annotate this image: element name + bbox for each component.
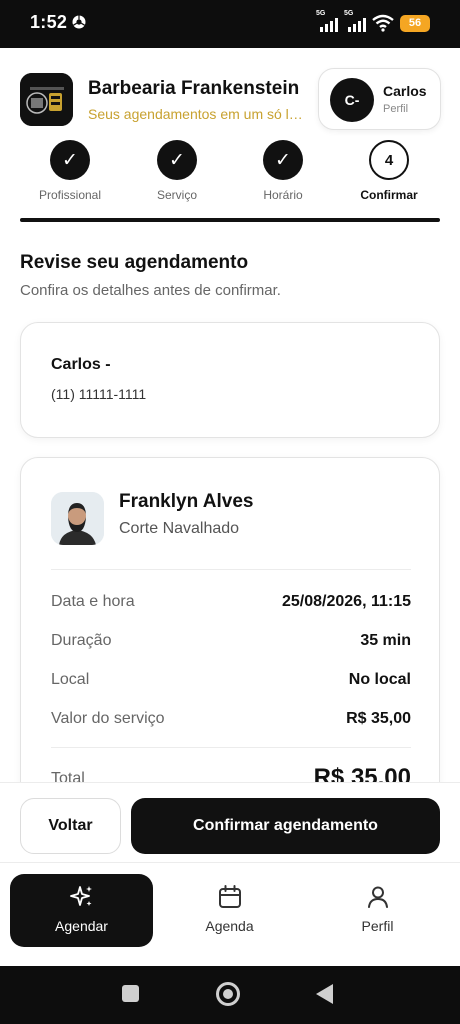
- home-icon[interactable]: [216, 982, 240, 1006]
- bottom-nav: Agendar Agenda Perfil: [0, 862, 460, 966]
- check-icon: ✓: [50, 140, 90, 180]
- calendar-icon: [219, 885, 241, 908]
- nav-item-agendar[interactable]: Agendar: [10, 874, 153, 947]
- detail-row-duration: Duração 35 min: [51, 632, 411, 649]
- system-nav-bar: [0, 966, 460, 1024]
- battery-icon: 56: [400, 14, 430, 32]
- detail-row-location: Local No local: [51, 671, 411, 688]
- divider: [51, 747, 411, 748]
- barber-name: Franklyn Alves: [119, 491, 254, 512]
- wifi-icon: [372, 14, 394, 32]
- stepper-progress-bar: [20, 218, 440, 222]
- client-phone: (11) 11111-1111: [51, 386, 147, 402]
- app-header: Barbearia Frankenstein Seus agendamentos…: [0, 48, 460, 148]
- avatar: C-: [330, 78, 374, 122]
- nav-label: Perfil: [361, 918, 394, 934]
- divider: [51, 569, 411, 570]
- review-title: Revise seu agendamento: [20, 252, 249, 273]
- recents-icon[interactable]: [122, 985, 139, 1002]
- profile-role: Perfil: [383, 103, 409, 115]
- progress-stepper: ✓ Profissional ✓ Serviço ✓ Horário 4 Con…: [0, 140, 460, 225]
- nav-item-agenda[interactable]: Agenda: [158, 874, 301, 947]
- client-name: Carlos -: [51, 356, 111, 373]
- service-name: Corte Navalhado: [119, 520, 240, 537]
- shop-subtitle: Seus agendamentos em um só lugar: [88, 106, 310, 122]
- profile-chip[interactable]: C- Carlos Perfil: [318, 68, 441, 130]
- detail-row-price: Valor do serviço R$ 35,00: [51, 710, 411, 727]
- step-label: Horário: [263, 188, 303, 202]
- shop-name: Barbearia Frankenstein: [88, 78, 300, 99]
- step-label: Confirmar: [360, 188, 418, 202]
- step-number: 4: [369, 140, 409, 180]
- confirm-appointment-button[interactable]: Confirmar agendamento: [131, 798, 440, 854]
- profile-name: Carlos: [383, 83, 427, 99]
- signal-icon: 5G: [344, 10, 366, 32]
- detail-row-datetime: Data e hora 25/08/2026, 11:15: [51, 593, 411, 610]
- step-label: Serviço: [156, 188, 197, 202]
- nav-label: Agendar: [55, 918, 108, 934]
- barber-photo: [51, 492, 104, 545]
- chrome-icon: [72, 15, 86, 29]
- user-icon: [368, 886, 388, 908]
- nav-label: Agenda: [205, 918, 254, 934]
- status-time: 1:52: [30, 12, 68, 32]
- sparkles-icon: [70, 886, 92, 906]
- review-subtitle: Confira os detalhes antes de confirmar.: [20, 282, 281, 299]
- action-bar: Voltar Confirmar agendamento: [0, 782, 460, 862]
- client-card: Carlos - (11) 11111-1111: [20, 322, 440, 438]
- shop-logo: [20, 73, 73, 126]
- status-bar: 1:52 5G 5G 56: [0, 0, 460, 48]
- back-button[interactable]: Voltar: [20, 798, 121, 854]
- back-icon[interactable]: [316, 984, 333, 1004]
- check-icon: ✓: [157, 140, 197, 180]
- check-icon: ✓: [263, 140, 303, 180]
- signal-icon: 5G: [316, 10, 338, 32]
- nav-item-perfil[interactable]: Perfil: [306, 874, 449, 947]
- step-label: Profissional: [38, 188, 102, 202]
